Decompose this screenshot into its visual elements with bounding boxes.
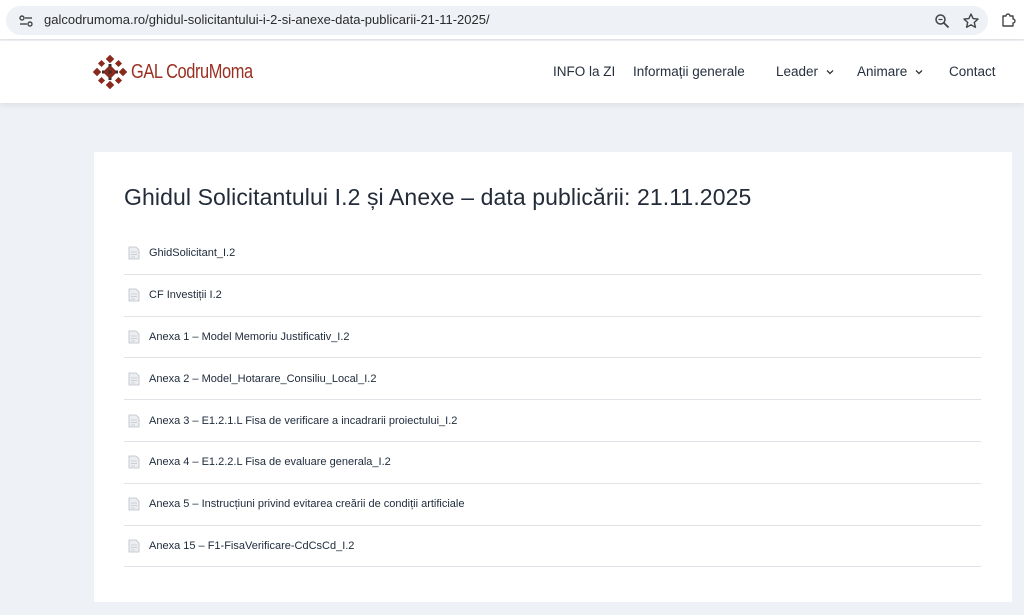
list-item[interactable]: Anexa 4 – E1.2.2.L Fisa de evaluare gene… xyxy=(124,442,981,484)
site-logo[interactable]: GAL CodruMoma xyxy=(93,54,279,90)
nav-item-label: Informații generale xyxy=(633,64,745,79)
chevron-down-icon xyxy=(915,69,923,74)
nav-item-leader[interactable]: Leader xyxy=(776,64,835,79)
list-item[interactable]: Anexa 3 – E1.2.1.L Fisa de verificare a … xyxy=(124,400,981,442)
document-icon xyxy=(128,288,140,302)
content-card: Ghidul Solicitantului I.2 și Anexe – dat… xyxy=(94,152,1012,602)
document-icon xyxy=(128,372,140,386)
document-link[interactable]: Anexa 5 – Instrucțiuni privind evitarea … xyxy=(149,498,465,510)
list-item[interactable]: Anexa 1 – Model Memoriu Justificativ_I.2 xyxy=(124,317,981,359)
document-link[interactable]: GhidSolicitant_I.2 xyxy=(149,247,235,259)
nav-item-label: INFO la ZI xyxy=(553,64,616,79)
document-link[interactable]: Anexa 4 – E1.2.2.L Fisa de evaluare gene… xyxy=(149,456,391,468)
nav-item-label: Contact xyxy=(949,64,996,79)
document-icon xyxy=(128,330,140,344)
list-item[interactable]: Anexa 15 – F1-FisaVerificare-CdCsCd_I.2 xyxy=(124,526,981,568)
document-link[interactable]: Anexa 15 – F1-FisaVerificare-CdCsCd_I.2 xyxy=(149,540,354,552)
document-link[interactable]: Anexa 2 – Model_Hotarare_Consiliu_Local_… xyxy=(149,373,376,385)
document-icon xyxy=(128,455,140,469)
nav-item-animare[interactable]: Animare xyxy=(857,64,924,79)
document-link[interactable]: CF Investiții I.2 xyxy=(149,289,222,301)
site-header: GAL CodruMoma INFO la ZI Informații gene… xyxy=(0,41,1024,103)
browser-toolbar: galcodrumoma.ro/ghidul-solicitantului-i-… xyxy=(0,0,1024,40)
list-item[interactable]: Anexa 5 – Instrucțiuni privind evitarea … xyxy=(124,484,981,526)
document-icon xyxy=(128,497,140,511)
nav-item-info-la-zi[interactable]: INFO la ZI xyxy=(553,64,615,79)
nav-item-label: Animare xyxy=(857,64,908,79)
document-icon xyxy=(128,539,140,553)
address-bar[interactable]: galcodrumoma.ro/ghidul-solicitantului-i-… xyxy=(6,6,988,35)
list-item[interactable]: CF Investiții I.2 xyxy=(124,275,981,317)
document-icon xyxy=(128,414,140,427)
document-icon xyxy=(128,246,140,260)
nav-item-label: Leader xyxy=(776,64,819,79)
page-title: Ghidul Solicitantului I.2 și Anexe – dat… xyxy=(124,184,752,210)
list-item[interactable]: Anexa 2 – Model_Hotarare_Consiliu_Local_… xyxy=(124,358,981,401)
nav-item-informatii-generale[interactable]: Informații generale xyxy=(633,64,745,79)
zoom-icon[interactable] xyxy=(934,13,950,29)
list-item[interactable]: GhidSolicitant_I.2 xyxy=(124,233,981,275)
extensions-icon[interactable] xyxy=(1000,10,1018,28)
star-icon[interactable] xyxy=(962,12,980,30)
chevron-down-icon xyxy=(826,69,834,74)
site-info-icon[interactable] xyxy=(18,13,34,29)
document-list: GhidSolicitant_I.2 CF Investiții I.2 Ane… xyxy=(124,233,981,568)
url-text[interactable]: galcodrumoma.ro/ghidul-solicitantului-i-… xyxy=(44,12,490,27)
nav-item-contact[interactable]: Contact xyxy=(949,64,996,79)
document-link[interactable]: Anexa 1 – Model Memoriu Justificativ_I.2 xyxy=(149,331,350,343)
logo-text: GAL CodruMoma xyxy=(131,60,253,83)
logo-mark-icon xyxy=(93,55,127,89)
document-link[interactable]: Anexa 3 – E1.2.1.L Fisa de verificare a … xyxy=(149,415,457,427)
